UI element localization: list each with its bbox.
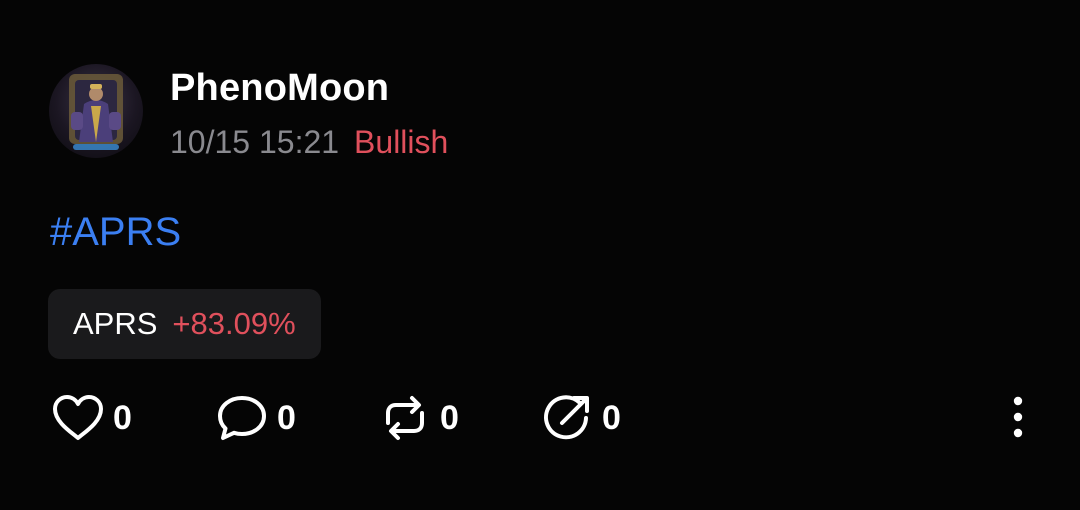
ticker-chip[interactable]: APRS +83.09% xyxy=(48,289,321,359)
timestamp: 10/15 15:21 xyxy=(170,123,340,160)
share-count: 0 xyxy=(602,398,621,437)
like-button[interactable]: 0 xyxy=(51,392,132,444)
repost-count: 0 xyxy=(440,398,459,437)
post-card: PhenoMoon 10/15 15:21 Bullish #APRS APRS… xyxy=(0,0,1080,510)
share-arrow-icon xyxy=(540,393,594,443)
ticker-change: +83.09% xyxy=(172,306,296,341)
ticker-symbol: APRS xyxy=(73,306,158,341)
share-button[interactable]: 0 xyxy=(540,392,621,444)
comment-bubble-icon xyxy=(215,393,269,443)
repost-icon xyxy=(378,393,432,443)
hashtag-link[interactable]: #APRS xyxy=(50,208,181,256)
avatar-image xyxy=(69,74,123,150)
comment-button[interactable]: 0 xyxy=(215,392,296,444)
sentiment-badge: Bullish xyxy=(354,123,449,160)
more-vertical-icon xyxy=(1012,395,1024,444)
username[interactable]: PhenoMoon xyxy=(170,66,389,110)
comment-count: 0 xyxy=(277,398,296,437)
post-meta: 10/15 15:21 Bullish xyxy=(170,122,448,162)
repost-button[interactable]: 0 xyxy=(378,392,459,444)
avatar[interactable] xyxy=(49,64,143,158)
more-options-button[interactable] xyxy=(1000,394,1036,444)
heart-icon xyxy=(51,393,105,443)
like-count: 0 xyxy=(113,398,132,437)
